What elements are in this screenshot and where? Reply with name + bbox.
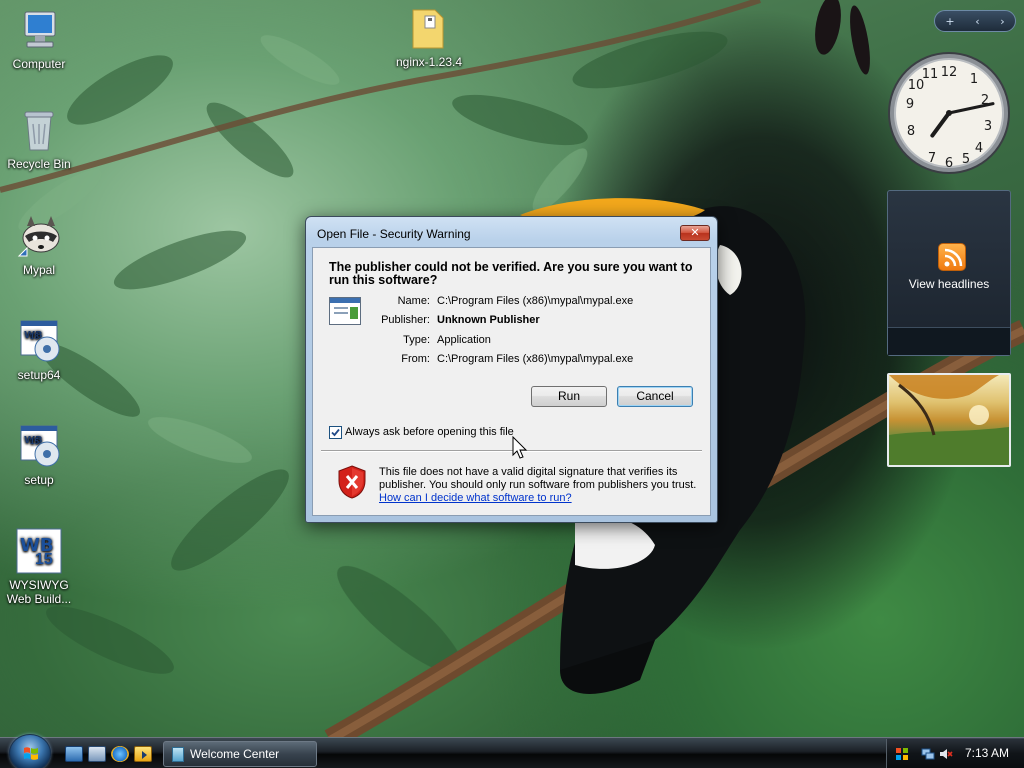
welcome-center-icon [172,747,184,762]
svg-text:3: 3 [984,119,992,134]
always-ask-checkbox[interactable] [329,425,342,439]
raccoon-icon [15,212,63,260]
svg-text:5: 5 [962,152,970,167]
dialog-title: Open File - Security Warning [317,227,471,241]
svg-text:4: 4 [975,141,983,156]
security-warning-dialog: Open File - Security Warning ✕ The publi… [305,216,718,523]
installer-version-badge: 15 [30,437,39,446]
svg-text:1: 1 [970,72,978,87]
field-label: From: [401,353,430,365]
clock-gadget[interactable]: 12 12 345 678 91011 [886,50,1012,176]
desktop-icon-label: Mypal [22,263,55,277]
start-button[interactable] [9,734,51,768]
media-player-icon[interactable] [134,746,152,762]
svg-text:7: 7 [928,151,936,166]
show-desktop-icon[interactable] [65,746,83,762]
security-shield-icon [338,465,366,499]
zip-folder-icon [405,4,453,52]
windows-update-icon[interactable] [895,747,909,761]
field-value: C:\Program Files (x86)\mypal\mypal.exe [437,295,634,307]
feed-headlines-gadget[interactable]: View headlines [887,190,1011,356]
always-ask-label: Always ask before opening this file [345,426,514,438]
close-button[interactable]: ✕ [680,225,710,241]
field-value: Application [437,334,491,346]
wb-installer-icon: WB 18 [15,317,63,365]
computer-icon [15,6,63,54]
help-link[interactable]: How can I decide what software to run? [379,492,572,504]
desktop-icon-label: setup [24,473,54,487]
network-icon[interactable] [921,747,935,761]
sidebar-controls: + ‹ › [934,10,1016,32]
svg-text:9: 9 [906,97,914,112]
taskbar: Welcome Center 7:13 AM [0,734,1024,768]
view-headlines-label[interactable]: View headlines [888,277,1010,291]
desktop-icon-computer[interactable]: Computer [1,6,77,71]
add-gadget-button[interactable]: + [945,15,954,28]
desktop-icon-nginx-folder[interactable]: nginx-1.23.4 [391,4,467,69]
svg-text:6: 6 [945,156,953,171]
always-ask-checkbox-row[interactable]: Always ask before opening this file [329,425,514,439]
taskbar-item-label: Welcome Center [190,747,280,761]
dialog-body: The publisher could not be verified. Are… [312,247,711,516]
switch-windows-icon[interactable] [88,746,106,762]
app-version-badge: 15 [35,551,53,568]
desktop-icon-wysiwyg-web-builder[interactable]: WB 15 WYSIWYG Web Build... [1,527,77,606]
checkmark-icon [331,428,340,436]
desktop-icon-mypal[interactable]: Mypal [1,212,77,277]
warning-headline: The publisher could not be verified. Are… [329,260,693,287]
desktop-icon-label: WYSIWYG Web Build... [6,578,72,606]
field-label: Publisher: [381,314,430,326]
run-button[interactable]: Run [531,386,607,407]
internet-explorer-icon[interactable] [111,746,129,762]
feed-footer [888,327,1010,355]
windows-logo-icon [24,747,38,760]
rss-icon [938,243,966,271]
field-label: Type: [403,334,430,346]
dialog-titlebar[interactable]: Open File - Security Warning ✕ [306,217,717,247]
notification-area: 7:13 AM [886,739,1024,768]
system-clock[interactable]: 7:13 AM [965,746,1009,760]
desktop-icon-setup64[interactable]: WB 18 setup64 [1,317,77,382]
desktop-icon-label: nginx-1.23.4 [395,55,463,69]
svg-text:11: 11 [922,67,939,82]
field-value: Unknown Publisher [437,314,540,326]
slideshow-gadget[interactable] [887,373,1011,467]
mouse-cursor-icon [512,436,528,459]
desktop-icon-label: Computer [12,57,66,71]
sidebar-next-button[interactable]: › [1000,15,1004,28]
installer-version-badge: 18 [30,332,39,341]
wb-app-icon: WB 15 [15,527,63,575]
svg-text:12: 12 [941,65,958,80]
field-value: C:\Program Files (x86)\mypal\mypal.exe [437,353,634,365]
cancel-button[interactable]: Cancel [617,386,693,407]
sidebar-prev-button[interactable]: ‹ [975,15,979,28]
volume-muted-icon[interactable] [939,747,953,761]
wb-installer-icon: WB 15 [15,422,63,470]
desktop-icon-label: Recycle Bin [7,157,71,171]
field-from: From: C:\Program Files (x86)\mypal\mypal… [313,353,712,367]
field-label: Name: [397,295,430,307]
recycle-bin-icon [15,106,63,154]
field-type: Type: Application [313,334,712,348]
svg-text:8: 8 [907,124,915,139]
taskbar-item-welcome-center[interactable]: Welcome Center [163,741,317,767]
field-name: Name: C:\Program Files (x86)\mypal\mypal… [313,295,712,309]
desktop-icon-recycle-bin[interactable]: Recycle Bin [1,106,77,171]
warning-explanation: This file does not have a valid digital … [379,466,697,491]
desktop-icon-label: setup64 [17,368,61,382]
field-publisher: Publisher: Unknown Publisher [313,314,712,328]
desktop-icon-setup[interactable]: WB 15 setup [1,422,77,487]
